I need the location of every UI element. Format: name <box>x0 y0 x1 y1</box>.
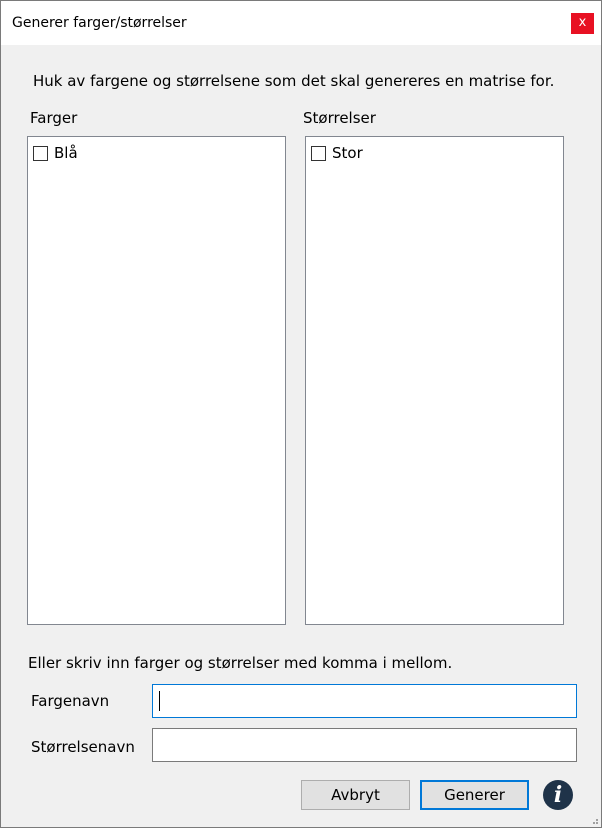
resize-grip-icon[interactable] <box>589 815 599 825</box>
size-item-checkbox[interactable] <box>311 145 326 161</box>
sizes-list-label: Størrelser <box>303 109 376 127</box>
size-item-stor[interactable]: Stor <box>311 144 363 162</box>
size-name-input[interactable] <box>152 728 577 762</box>
size-name-label: Størrelsenavn <box>31 738 135 756</box>
color-item-checkbox[interactable] <box>33 145 48 161</box>
sizes-listbox[interactable]: Stor <box>305 136 564 625</box>
color-name-input[interactable] <box>152 684 577 718</box>
color-name-label: Fargenavn <box>31 692 110 710</box>
text-caret <box>159 691 160 711</box>
info-icon[interactable]: i <box>543 780 573 810</box>
window-title: Generer farger/størrelser <box>12 15 187 31</box>
size-item-label: Stor <box>332 144 363 162</box>
color-item-bla[interactable]: Blå <box>33 144 78 162</box>
close-icon: x <box>578 15 587 30</box>
close-button[interactable]: x <box>571 13 594 34</box>
hint-text: Eller skriv inn farger og størrelser med… <box>28 654 453 672</box>
cancel-button[interactable]: Avbryt <box>301 780 410 810</box>
instruction-text: Huk av fargene og størrelsene som det sk… <box>33 72 555 90</box>
colors-list-label: Farger <box>30 109 78 127</box>
colors-listbox[interactable]: Blå <box>27 136 286 625</box>
generate-button[interactable]: Generer <box>420 780 529 810</box>
color-item-label: Blå <box>54 144 78 162</box>
dialog-window: Generer farger/størrelser x Huk av farge… <box>0 0 602 828</box>
title-bar[interactable]: Generer farger/størrelser x <box>1 1 601 45</box>
